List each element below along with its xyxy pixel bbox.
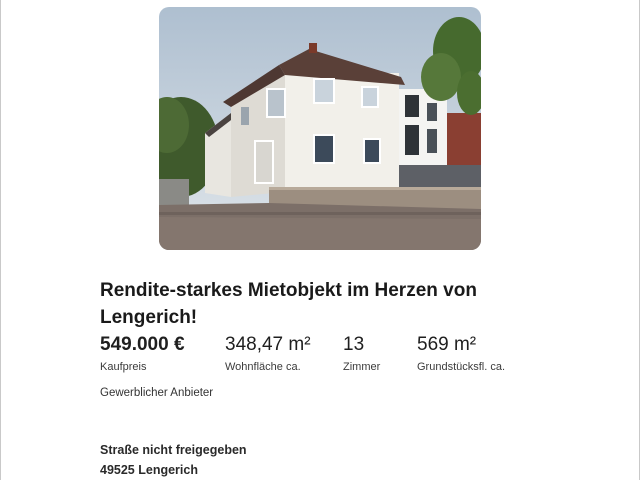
rooms-label: Zimmer [343,361,381,373]
address-street: Straße nicht freigegeben [100,443,247,457]
house-photo-illustration [159,7,481,250]
provider-type: Gewerblicher Anbieter [100,387,214,399]
plot-area-label: Grundstücksfl. ca. [417,361,506,373]
rooms-value: 13 [343,334,365,355]
fact-price: 549.000 € Kaufpreis [100,333,185,374]
key-facts: 549.000 € Kaufpreis 348,47 m² Wohnfläche… [100,333,540,377]
fact-rooms: 13 Zimmer [343,333,380,374]
address-block: Straße nicht freigegeben 49525 Lengerich [100,442,247,479]
listing-title[interactable]: Rendite-starkes Mietobjekt im Herzen von… [100,277,520,331]
listing-photo[interactable] [159,7,481,250]
price-value: 549.000 € [100,334,185,355]
price-label: Kaufpreis [100,361,147,373]
living-area-label: Wohnfläche ca. [225,361,301,373]
address-city: 49525 Lengerich [100,463,198,477]
living-area-value: 348,47 m² [225,334,311,355]
frame-border-left [0,0,1,480]
plot-area-value: 569 m² [417,334,477,355]
fact-living-area: 348,47 m² Wohnfläche ca. [225,333,311,374]
fact-plot-area: 569 m² Grundstücksfl. ca. [417,333,505,374]
